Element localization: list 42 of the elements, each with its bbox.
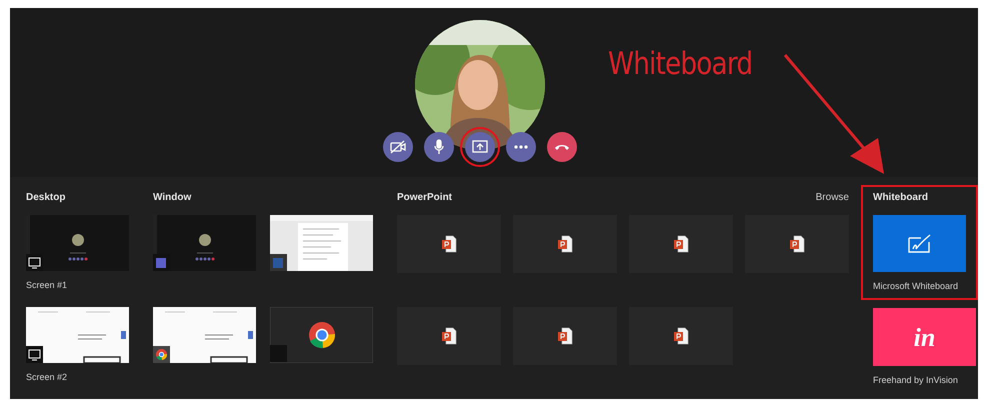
powerpoint-file-icon	[789, 235, 805, 253]
annotation-label: Whiteboard	[608, 45, 752, 84]
item-label: Screen #1	[26, 279, 68, 291]
presentation-tile[interactable]	[513, 307, 617, 365]
section-title: PowerPoint	[397, 191, 452, 205]
window-thumbnail[interactable]	[270, 307, 373, 363]
section-title: Desktop	[26, 191, 66, 205]
whiteboard-tile[interactable]	[873, 215, 966, 272]
presentation-tile[interactable]	[513, 215, 617, 273]
section-title: Window	[153, 191, 192, 205]
item-label: Screen #2	[26, 371, 68, 383]
microphone-icon	[433, 139, 445, 155]
hang-up-button[interactable]	[547, 132, 577, 162]
window-thumbnail[interactable]	[153, 215, 256, 271]
camera-off-button[interactable]	[383, 132, 413, 162]
window-thumbnail[interactable]	[26, 307, 129, 363]
powerpoint-file-icon	[441, 327, 457, 345]
presentation-tile[interactable]	[397, 215, 501, 273]
presentation-tile[interactable]	[745, 215, 849, 273]
presentation-tile[interactable]	[397, 307, 501, 365]
powerpoint-file-icon	[673, 235, 689, 253]
presentation-tile[interactable]	[629, 307, 733, 365]
item-label: Microsoft Whiteboard	[873, 280, 960, 292]
item-label: Freehand by InVision	[873, 374, 959, 386]
more-button[interactable]	[506, 132, 536, 162]
browse-link[interactable]: Browse	[816, 191, 849, 215]
window-thumbnail[interactable]	[26, 215, 129, 271]
presentation-tile[interactable]	[629, 215, 733, 273]
window-thumbnail[interactable]	[153, 307, 256, 363]
powerpoint-file-icon	[557, 235, 573, 253]
more-icon	[514, 145, 528, 149]
window-thumbnail[interactable]	[270, 215, 373, 271]
hang-up-icon	[554, 143, 570, 151]
powerpoint-file-icon	[441, 235, 457, 253]
mic-button[interactable]	[424, 132, 454, 162]
pen-on-board-icon	[906, 234, 932, 254]
powerpoint-file-icon	[673, 327, 689, 345]
camera-off-icon	[390, 140, 406, 154]
section-title: Whiteboard	[873, 191, 929, 205]
share-screen-icon	[472, 140, 488, 154]
powerpoint-file-icon	[557, 327, 573, 345]
invision-tile[interactable]: in	[873, 308, 976, 366]
